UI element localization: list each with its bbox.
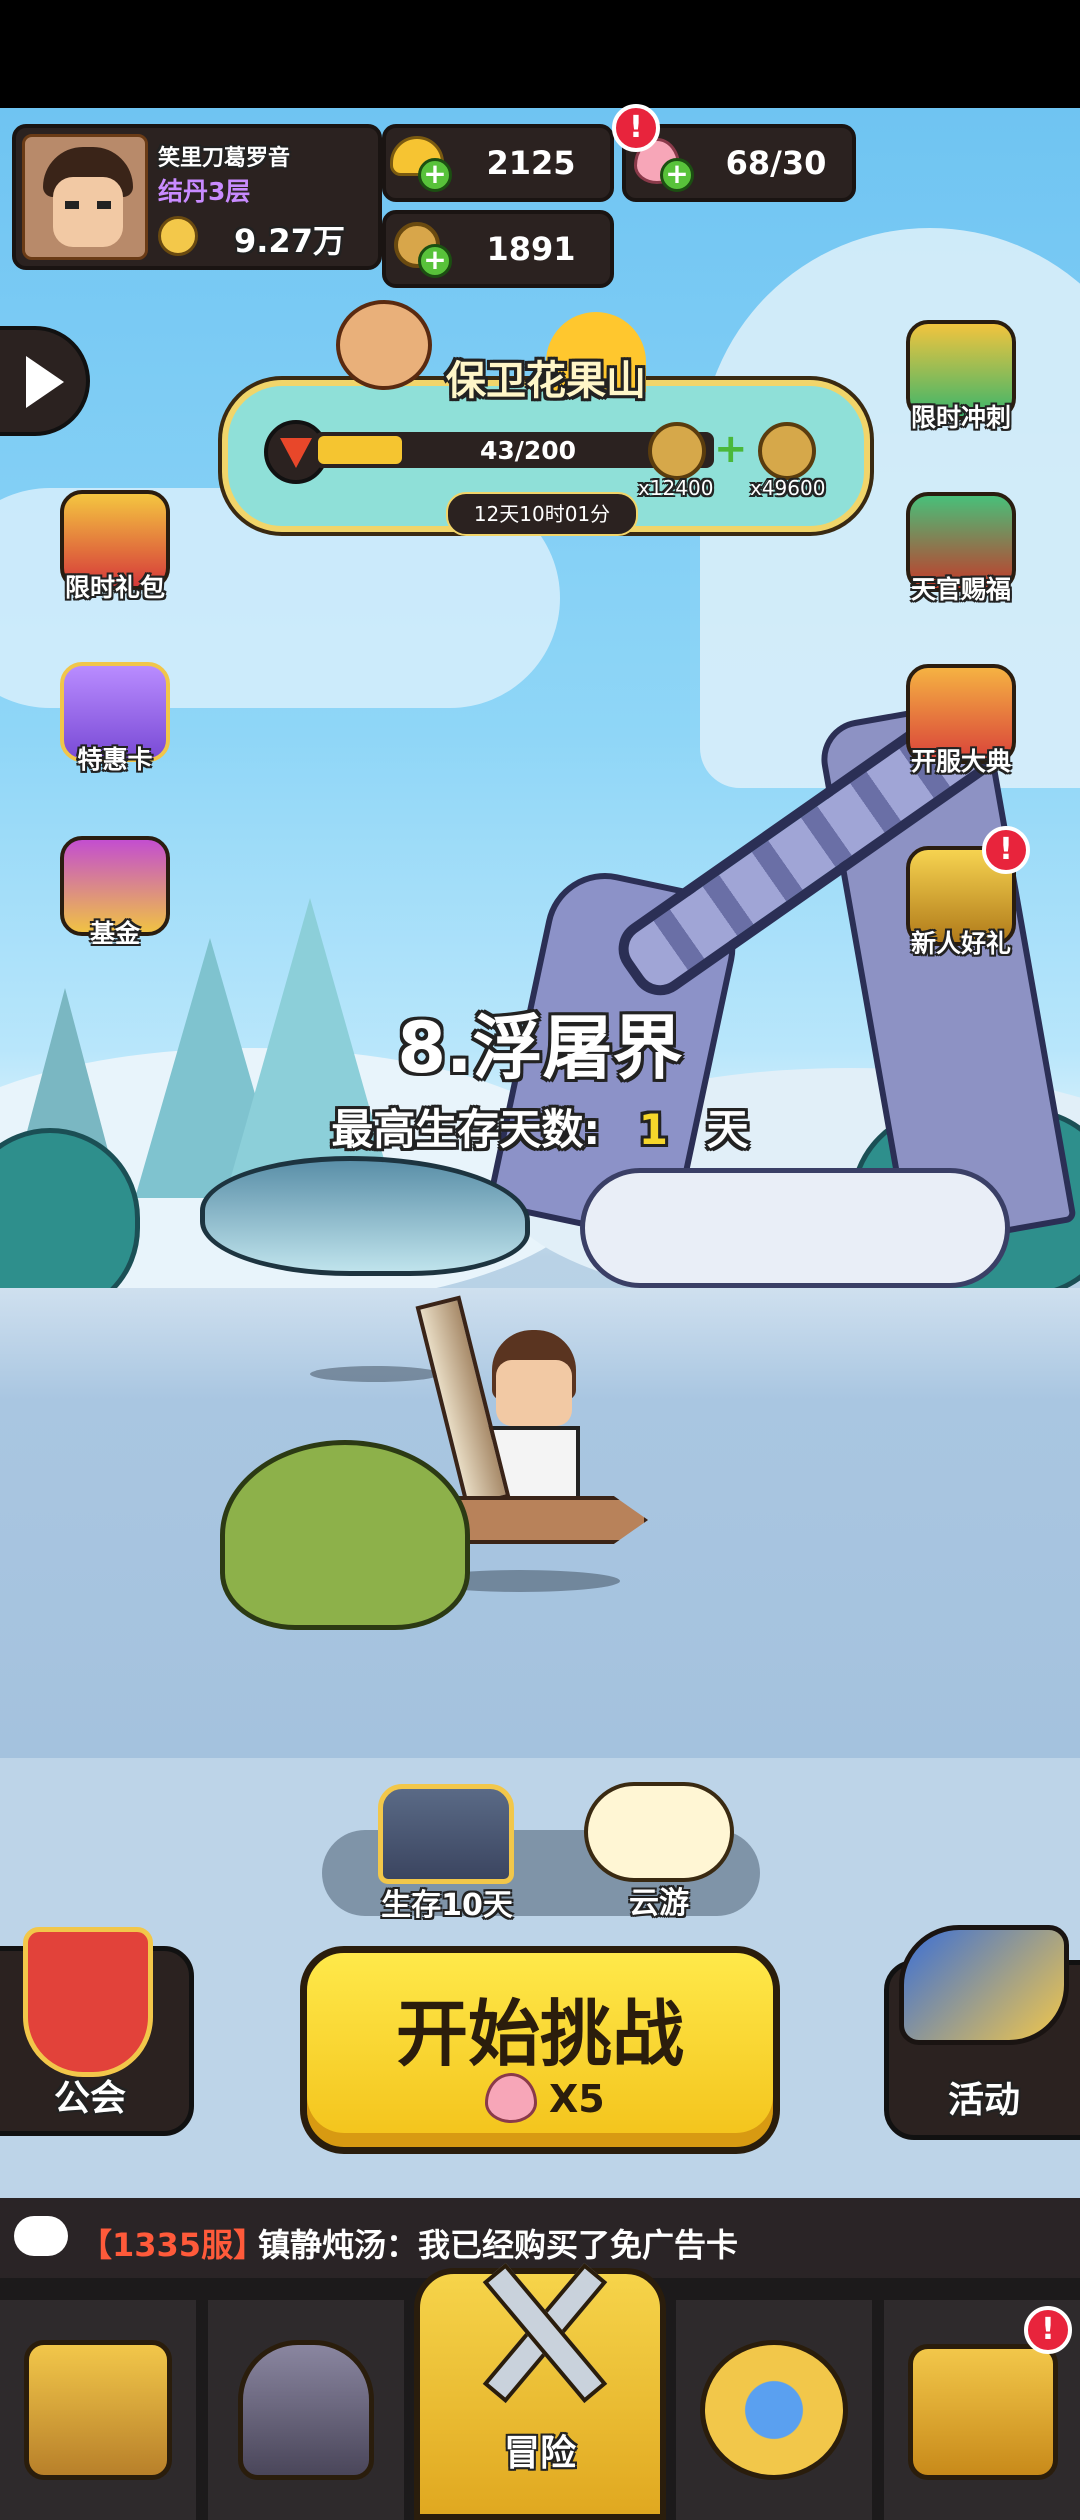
- dragon-pet: [220, 1440, 470, 1630]
- cloud-icon: [584, 1782, 734, 1882]
- gold-counter[interactable]: + 2125: [382, 124, 614, 202]
- gold-value: 2125: [486, 144, 576, 182]
- reward-amount-1: x12400: [638, 476, 714, 500]
- nav-home-tab[interactable]: [0, 2300, 196, 2520]
- blessing-button[interactable]: 天官赐福: [886, 492, 1036, 606]
- event-title: 保卫花果山: [446, 358, 646, 404]
- event-timer: 12天10时01分: [446, 492, 638, 536]
- chest-icon: [378, 1784, 514, 1884]
- nav-hero-tab[interactable]: [208, 2300, 404, 2520]
- cloud-travel-button[interactable]: 云游: [574, 1776, 744, 1921]
- guild-banner-icon: [23, 1927, 153, 2077]
- nav-adventure-label: 冒险: [503, 2433, 576, 2474]
- reward-amount-2: x49600: [750, 476, 826, 500]
- event-progress-fill: [318, 436, 402, 464]
- shadow: [310, 1366, 440, 1382]
- status-bar: [0, 0, 1080, 108]
- reward-coin-icon[interactable]: [758, 422, 816, 480]
- stage-title: 8.浮屠界: [397, 1007, 683, 1089]
- nav-upgrade-tab[interactable]: [676, 2300, 872, 2520]
- record-value: 1: [638, 1105, 668, 1154]
- helmet-icon: [238, 2340, 374, 2480]
- snow-rocks: [580, 1168, 1010, 1288]
- peach-icon: [485, 2073, 537, 2123]
- power-icon: [158, 216, 198, 256]
- activity-button[interactable]: 活动: [884, 1925, 1080, 2140]
- special-card-button[interactable]: 特惠卡: [40, 662, 190, 776]
- add-coin-button[interactable]: +: [418, 244, 452, 278]
- add-stamina-button[interactable]: +: [660, 158, 694, 192]
- chat-server: 【1335服】: [80, 2226, 266, 2264]
- plus-icon: +: [714, 426, 748, 472]
- power-value: 9.27万: [234, 222, 345, 260]
- reward-coin-icon[interactable]: [648, 422, 706, 480]
- limited-gift-button[interactable]: 限时礼包: [40, 490, 190, 604]
- alert-badge-icon: !: [612, 104, 660, 152]
- alert-badge-icon: !: [982, 826, 1030, 874]
- start-challenge-button[interactable]: 开始挑战 X5: [300, 1946, 780, 2154]
- server-launch-button[interactable]: 开服大典: [886, 664, 1036, 778]
- coin-counter[interactable]: + 1891: [382, 210, 614, 288]
- upgrade-arrow-icon: [700, 2340, 848, 2480]
- avatar[interactable]: [22, 134, 148, 260]
- alert-badge-icon: !: [1024, 2306, 1072, 2354]
- survival-chest-button[interactable]: 生存10天: [372, 1784, 522, 1923]
- record-unit: 天: [706, 1105, 749, 1154]
- challenge-label: 开始挑战: [395, 1992, 684, 2076]
- event-progress-text: 43/200: [479, 436, 577, 465]
- fund-button[interactable]: 基金: [40, 836, 190, 950]
- player-realm: 结丹3层: [158, 177, 251, 206]
- record-label: 最高生存天数:: [331, 1105, 601, 1154]
- guild-button[interactable]: 公会: [0, 1927, 194, 2136]
- play-arrow-icon: [26, 356, 64, 408]
- chat-bubble-icon: [14, 2216, 68, 2256]
- nav-adventure-tab[interactable]: 冒险: [414, 2262, 666, 2520]
- crossed-swords-icon: [476, 2254, 608, 2404]
- add-gold-button[interactable]: +: [418, 158, 452, 192]
- player-panel[interactable]: 笑里刀葛罗音 结丹3层 9.27万: [12, 124, 382, 270]
- horn-icon: [899, 1925, 1069, 2045]
- challenge-cost: X5: [549, 2077, 605, 2121]
- coin-value: 1891: [486, 230, 576, 268]
- player-name: 笑里刀葛罗音: [158, 146, 291, 171]
- treasure-chest-icon: [908, 2344, 1058, 2480]
- stamina-value: 68/30: [725, 144, 827, 182]
- limited-sprint-button[interactable]: 限时冲刺: [886, 320, 1036, 434]
- castle-icon: [24, 2340, 172, 2480]
- survival-record: 最高生存天数: 1 天: [0, 1096, 1080, 1157]
